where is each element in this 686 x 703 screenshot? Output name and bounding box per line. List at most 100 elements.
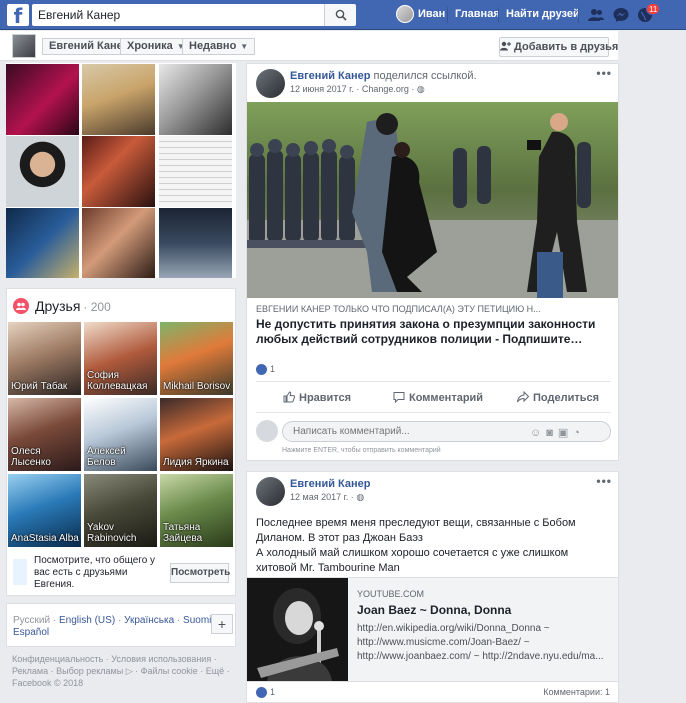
like-label: Нравится: [299, 392, 352, 404]
post-date[interactable]: 12 мая 2017 г. ·: [290, 492, 354, 502]
post-actions-bar: Нравится Комментарий Поделиться: [256, 381, 611, 413]
search-icon: [335, 9, 347, 21]
footer-ads-link[interactable]: Реклама: [12, 666, 48, 676]
friends-count: · 200: [83, 300, 111, 314]
messenger-icon[interactable]: [612, 6, 630, 24]
footer-cookies-link[interactable]: Файлы cookie: [141, 666, 198, 676]
emoji-icon[interactable]: ☺: [530, 427, 546, 439]
photo-thumbnail[interactable]: [159, 136, 232, 207]
friend-requests-icon[interactable]: [587, 6, 605, 24]
photo-thumbnail[interactable]: [159, 208, 232, 278]
see-common-button[interactable]: Посмотреть: [170, 563, 230, 583]
add-friend-icon: [500, 41, 511, 51]
photo-thumbnail[interactable]: [6, 208, 79, 278]
photo-thumbnail[interactable]: [6, 136, 79, 207]
friends-title[interactable]: Друзья · 200: [35, 298, 111, 314]
link-preview-title[interactable]: Не допустить принятия закона о презумпци…: [256, 317, 611, 347]
protest-photo-illustration: [247, 102, 618, 298]
comment-button[interactable]: Комментарий: [393, 391, 483, 404]
more-options-icon[interactable]: •••: [596, 474, 612, 488]
photo-thumbnail[interactable]: [82, 64, 155, 135]
language-separator: ·: [176, 615, 181, 626]
add-friend-button[interactable]: Добавить в друзья: [499, 37, 618, 57]
language-link[interactable]: English (US): [59, 615, 115, 626]
more-options-icon[interactable]: •••: [596, 66, 612, 80]
languages-line-1: Русский · English (US) · Українська · Su…: [13, 615, 211, 626]
languages-card: Русский · English (US) · Українська · Su…: [6, 603, 236, 647]
footer-more-link[interactable]: Ещё: [206, 666, 224, 676]
link-preview-image[interactable]: [247, 102, 618, 298]
sticker-icon[interactable]: ◔: [573, 427, 585, 439]
search-input[interactable]: [32, 4, 324, 26]
profile-thumbnail[interactable]: [12, 34, 36, 58]
comments-count[interactable]: Комментарии: 1: [543, 687, 610, 697]
camera-icon[interactable]: ◙: [546, 427, 558, 439]
friend-tile[interactable]: Yakov Rabinovich: [84, 474, 157, 547]
post-action-text: поделился ссылкой.: [373, 70, 477, 82]
post-author-avatar[interactable]: [256, 69, 285, 98]
language-link[interactable]: Español: [13, 627, 49, 638]
notifications-badge: 11: [646, 3, 661, 15]
photo-thumbnail[interactable]: [82, 136, 155, 207]
ad-choices-icon: ▷: [123, 666, 133, 676]
timeline-dropdown[interactable]: Хроника ▼: [120, 38, 192, 55]
post-status: Евгений Канер 12 мая 2017 г. · ◍ ••• Пос…: [246, 471, 619, 703]
nav-user-link[interactable]: Иван: [418, 8, 445, 20]
language-separator: ·: [117, 615, 122, 626]
facebook-logo[interactable]: f: [7, 4, 29, 26]
like-reaction-icon: [256, 687, 267, 699]
comment-tools: ☺◙▣◔: [530, 426, 585, 439]
reaction-count: 1: [270, 687, 276, 697]
friend-tile[interactable]: София Коллевацкая: [84, 322, 157, 395]
nav-find-friends-link[interactable]: Найти друзей: [506, 8, 580, 20]
post-author-name[interactable]: Евгений Канер: [290, 70, 370, 82]
friend-tile[interactable]: Алексей Белов: [84, 398, 157, 471]
footer-privacy-link[interactable]: Конфиденциальность: [12, 654, 103, 664]
share-button[interactable]: Поделиться: [517, 390, 599, 404]
friend-tile[interactable]: Лидия Яркина: [160, 398, 233, 471]
photo-thumbnail[interactable]: [82, 208, 155, 278]
profile-subheader: Евгений Канер Хроника ▼ Недавно ▼ Добавить…: [0, 31, 618, 61]
nav-divider: [498, 7, 499, 23]
friend-tile[interactable]: Олеся Лысенко: [8, 398, 81, 471]
like-reaction-icon: [256, 364, 267, 376]
languages-line-2: Español: [13, 627, 49, 638]
friend-name: Юрий Табак: [11, 381, 68, 392]
language-link[interactable]: Suomi: [183, 615, 211, 626]
post-author-name[interactable]: Евгений Канер: [290, 478, 370, 490]
friend-tile[interactable]: Юрий Табак: [8, 322, 81, 395]
reaction-summary[interactable]: 1: [256, 687, 276, 699]
nav-user-avatar[interactable]: [396, 5, 414, 23]
reaction-summary[interactable]: 1: [256, 364, 275, 376]
post-date[interactable]: 12 июня 2017 г. ·: [290, 84, 359, 94]
add-language-button[interactable]: +: [211, 614, 233, 634]
search-button[interactable]: [324, 4, 356, 26]
photo-thumbnail[interactable]: [159, 64, 232, 135]
post-source[interactable]: Change.org ·: [362, 84, 415, 94]
nav-home-link[interactable]: Главная: [455, 8, 500, 20]
footer-copyright: Facebook © 2018: [12, 678, 84, 688]
like-button[interactable]: Нравится: [283, 391, 351, 404]
gif-icon[interactable]: ▣: [558, 427, 573, 439]
footer-terms-link[interactable]: Условия использования: [111, 654, 211, 664]
photo-thumbnail[interactable]: [6, 64, 79, 135]
friend-tile[interactable]: Mikhail Borisov: [160, 322, 233, 395]
footer-adchoices-link[interactable]: Выбор рекламы: [56, 666, 123, 676]
video-thumbnail[interactable]: [247, 578, 348, 681]
profile-name-label: Евгений Канер: [49, 40, 130, 52]
top-navigation-bar: f Иван Главная Найти друзей 11: [0, 0, 686, 30]
comment-icon: [393, 392, 405, 404]
recent-dropdown[interactable]: Недавно ▼: [182, 38, 256, 55]
post-author-avatar[interactable]: [256, 477, 285, 506]
youtube-link-preview[interactable]: YOUTUBE.COM Joan Baez ~ Donna, Donna htt…: [247, 577, 618, 682]
link-preview-domain: YOUTUBE.COM: [357, 589, 425, 599]
link-preview-title[interactable]: Joan Baez ~ Donna, Donna: [357, 603, 511, 617]
friend-name: Yakov Rabinovich: [87, 522, 137, 544]
friend-tile[interactable]: AnaStasia Alba: [8, 474, 81, 547]
friend-tile[interactable]: Татьяна Зайцева: [160, 474, 233, 547]
comment-hint: Нажмите ENTER, чтобы отправить комментар…: [282, 447, 441, 454]
language-link[interactable]: Українська: [124, 615, 174, 626]
friends-icon: [13, 298, 29, 314]
nav-divider: [447, 7, 448, 23]
friend-name: Татьяна Зайцева: [163, 522, 203, 544]
